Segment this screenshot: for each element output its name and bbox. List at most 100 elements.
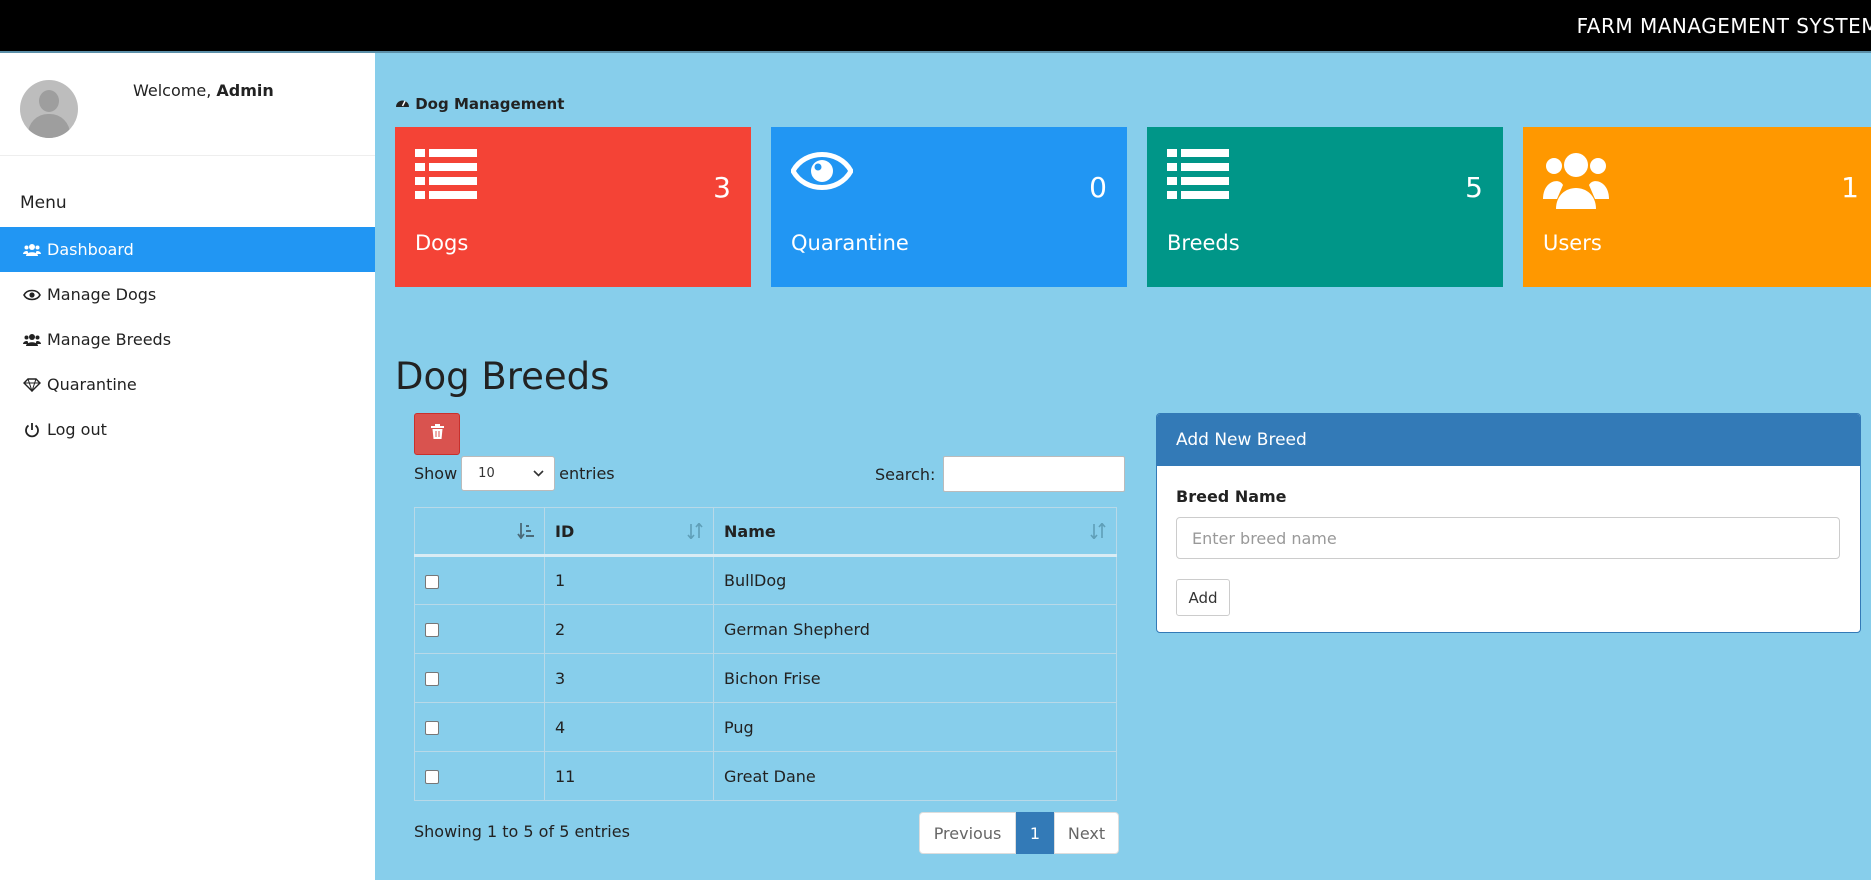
table-search: Search: [875,456,1126,492]
sidebar-item-manage-dogs[interactable]: Manage Dogs [0,272,375,317]
row-select-cell [414,702,545,752]
tile-label: Breeds [1167,231,1240,255]
sidebar: Welcome, Admin Menu Dashboard Manage Dog… [0,53,375,880]
tile-label: Quarantine [791,231,909,255]
users-icon [22,243,42,257]
row-name: Pug [713,702,1117,752]
tile-breeds[interactable]: 5 Breeds [1147,127,1503,287]
table-row: 1 BullDog [414,555,1117,605]
row-select-cell [414,751,545,801]
add-breed-button[interactable]: Add [1176,579,1230,616]
tile-count: 1 [1841,171,1859,204]
section-title: Dog Breeds [395,355,610,398]
sidebar-item-label: Log out [47,420,107,439]
power-icon [22,422,42,438]
show-label: Show [414,464,458,483]
row-id: 3 [544,653,714,703]
tile-count: 0 [1089,171,1107,204]
welcome-text: Welcome, Admin [133,81,274,100]
row-name: Bichon Frise [713,653,1117,703]
tile-label: Dogs [415,231,469,255]
row-id: 1 [544,555,714,605]
row-select-cell [414,604,545,654]
breed-name-label: Breed Name [1176,487,1287,506]
table-info: Showing 1 to 5 of 5 entries [414,822,630,841]
tile-label: Users [1543,231,1602,255]
avatar [20,80,78,138]
eye-icon [790,149,854,198]
menu-title: Menu [20,193,67,213]
tile-dogs[interactable]: 3 Dogs [395,127,751,287]
sidebar-item-label: Quarantine [47,375,137,394]
page-size-select[interactable]: 10 [461,456,556,491]
row-id: 2 [544,604,714,654]
row-checkbox[interactable] [425,672,439,686]
app-brand: FARM MANAGEMENT SYSTEM [1576,14,1871,38]
panel-title: Add New Breed [1157,414,1860,466]
diamond-icon [22,377,42,392]
table-header-row: ID Name [414,507,1117,557]
row-select-cell [414,653,545,703]
breeds-table: ID Name 1 BullDog 2 German Shepherd 3 Bi… [414,507,1117,801]
column-header-name[interactable]: Name [713,507,1117,557]
row-checkbox[interactable] [425,721,439,735]
entries-label: entries [559,464,615,483]
sort-asc-icon [517,523,534,543]
sidebar-item-quarantine[interactable]: Quarantine [0,362,375,407]
sidebar-item-logout[interactable]: Log out [0,407,375,452]
sidebar-item-dashboard[interactable]: Dashboard [0,227,375,272]
search-label: Search: [875,464,936,484]
top-bar: FARM MANAGEMENT SYSTEM [0,0,1871,53]
tile-count: 3 [713,171,731,204]
column-header-select[interactable] [414,507,545,557]
page-1-button[interactable]: 1 [1016,812,1054,854]
list-icon [1167,149,1229,204]
tile-users[interactable]: 1 Users [1523,127,1871,287]
sidebar-item-label: Manage Dogs [47,285,157,304]
chevron-down-icon [533,466,544,481]
column-header-id[interactable]: ID [544,507,714,557]
dashboard-icon [395,95,415,113]
next-page-button[interactable]: Next [1054,812,1119,854]
trash-icon [430,424,444,444]
breadcrumb-label: Dog Management [415,95,565,113]
tile-count: 5 [1465,171,1483,204]
welcome-username: Admin [216,81,274,100]
users-icon [1543,149,1609,216]
page-size-value: 10 [478,466,495,481]
table-row: 2 German Shepherd [414,604,1117,654]
list-icon [415,149,477,204]
row-name: BullDog [713,555,1117,605]
sort-icon [1090,522,1106,543]
row-select-cell [414,555,545,605]
row-id: 11 [544,751,714,801]
users-icon [22,333,42,347]
tile-quarantine[interactable]: 0 Quarantine [771,127,1127,287]
sidebar-nav: Dashboard Manage Dogs Manage Breeds Quar… [0,227,375,452]
sidebar-item-manage-breeds[interactable]: Manage Breeds [0,317,375,362]
row-id: 4 [544,702,714,752]
sort-icon [687,522,703,543]
page-size-control: Show 10 entries [414,456,615,491]
row-name: German Shepherd [713,604,1117,654]
pagination: Previous 1 Next [919,812,1119,854]
table-row: 3 Bichon Frise [414,653,1117,703]
row-name: Great Dane [713,751,1117,801]
breed-name-placeholder: Enter breed name [1192,528,1337,548]
row-checkbox[interactable] [425,770,439,784]
delete-selected-button[interactable] [414,413,460,455]
row-checkbox[interactable] [425,623,439,637]
add-breed-panel: Add New Breed Breed Name Enter breed nam… [1156,413,1861,633]
breed-name-input[interactable]: Enter breed name [1176,517,1840,559]
eye-icon [22,289,42,301]
sidebar-item-label: Dashboard [47,240,134,259]
main-content: Dog Management 3 Dogs 0 Quarantine 5 Bre… [375,53,1871,880]
breadcrumb: Dog Management [395,95,564,113]
sidebar-item-label: Manage Breeds [47,330,172,349]
previous-page-button[interactable]: Previous [919,812,1016,854]
search-input[interactable] [943,456,1126,492]
table-row: 4 Pug [414,702,1117,752]
row-checkbox[interactable] [425,574,439,589]
user-profile: Welcome, Admin [0,53,375,156]
table-row: 11 Great Dane [414,751,1117,801]
